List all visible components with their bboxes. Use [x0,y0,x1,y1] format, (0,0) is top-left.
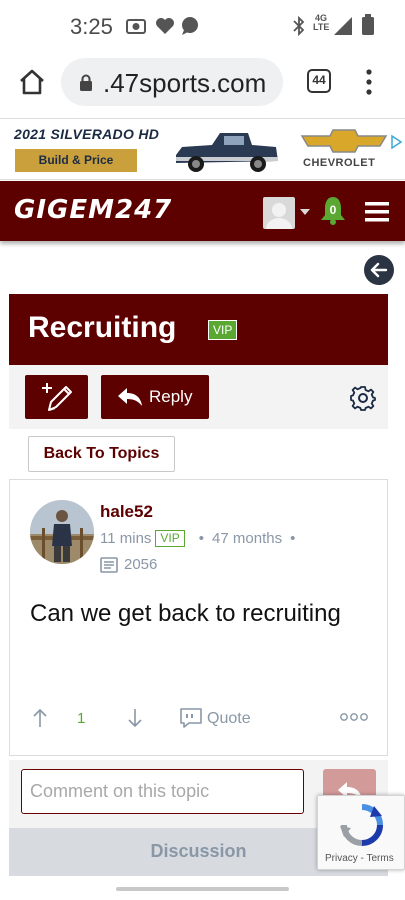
recaptcha-links[interactable]: Privacy - Terms [325,853,394,864]
comment-input[interactable] [21,769,304,814]
author-avatar[interactable] [30,500,94,564]
ad-cta-button[interactable]: Build & Price [15,149,137,172]
browser-toolbar: .47sports.com 44 [0,52,405,116]
status-bar: 3:25 4G LTE [0,0,405,52]
quote-label: Quote [207,710,251,727]
separator-dot: • [198,530,205,547]
ad-headline: 2021 SILVERADO HD [14,126,160,142]
post-actions: 1 Quote [10,702,387,732]
chat-notification-icon [182,17,198,35]
site-header: GIGEM247 0 [0,181,405,241]
post-meta: 11 mins VIP • 47 months • [100,530,303,547]
advertisement-banner[interactable]: 2021 SILVERADO HD Build & Price CHEVROLE… [0,118,405,180]
post-count: 2056 [124,556,158,573]
notification-count: 0 [329,203,337,217]
arrow-left-icon [370,262,388,278]
back-to-topics-button[interactable]: Back To Topics [28,436,175,472]
hamburger-menu-icon[interactable] [364,201,390,223]
post-card: hale52 11 mins VIP • 47 months • 2056 Can we… [9,479,388,756]
edit-pencil-plus-icon [42,383,72,411]
reply-button[interactable]: Reply [101,375,209,419]
topic-toolbar: Reply [9,365,388,429]
address-bar[interactable]: .47sports.com [61,58,283,106]
recaptcha-badge[interactable]: Privacy - Terms [317,795,405,870]
tab-switcher-button[interactable]: 44 [307,69,331,93]
member-duration: 47 months [212,530,283,547]
board-title: Recruiting [28,311,177,344]
posts-icon [100,557,118,573]
reply-label: Reply [149,387,193,406]
recaptcha-logo-icon [340,804,383,846]
quote-icon [180,708,202,728]
camera-notification-icon [126,19,146,34]
vip-badge: VIP [208,320,238,340]
adchoices-icon[interactable] [390,135,402,149]
upvote-arrow-icon[interactable] [32,708,48,728]
site-logo[interactable]: GIGEM247 [14,195,172,225]
new-post-button[interactable] [25,375,88,419]
home-icon[interactable] [18,68,46,96]
battery-icon [362,14,374,35]
user-avatar[interactable] [263,197,295,229]
more-menu-icon[interactable] [364,68,374,96]
chevrolet-bowtie-logo [300,129,388,153]
author-photo [30,500,94,564]
separator-dot: • [290,530,296,547]
lock-icon [80,74,92,91]
more-options-icon[interactable] [340,712,368,722]
signal-icon [334,17,352,35]
url-text: .47sports.com [103,68,267,98]
heart-notification-icon [156,18,174,34]
author-vip-badge: VIP [155,530,185,547]
gesture-nav-handle[interactable] [116,887,289,891]
clock: 3:25 [70,14,113,39]
reply-arrow-icon [118,388,142,406]
downvote-arrow-icon[interactable] [127,708,143,728]
bluetooth-icon [293,16,305,36]
chevron-down-icon[interactable] [299,208,311,216]
author-username[interactable]: hale52 [100,502,153,522]
post-body: Can we get back to recruiting [30,600,341,627]
board-title-bar: Recruiting VIP [9,294,388,365]
ad-brand: CHEVROLET [303,157,376,169]
back-button[interactable] [364,255,394,285]
network-type-label: 4G LTE [313,13,330,32]
gear-icon[interactable] [350,385,376,411]
truck-image [176,133,278,172]
post-time: 11 mins [100,530,152,547]
vote-count: 1 [77,710,86,727]
user-silhouette-icon [266,203,292,229]
